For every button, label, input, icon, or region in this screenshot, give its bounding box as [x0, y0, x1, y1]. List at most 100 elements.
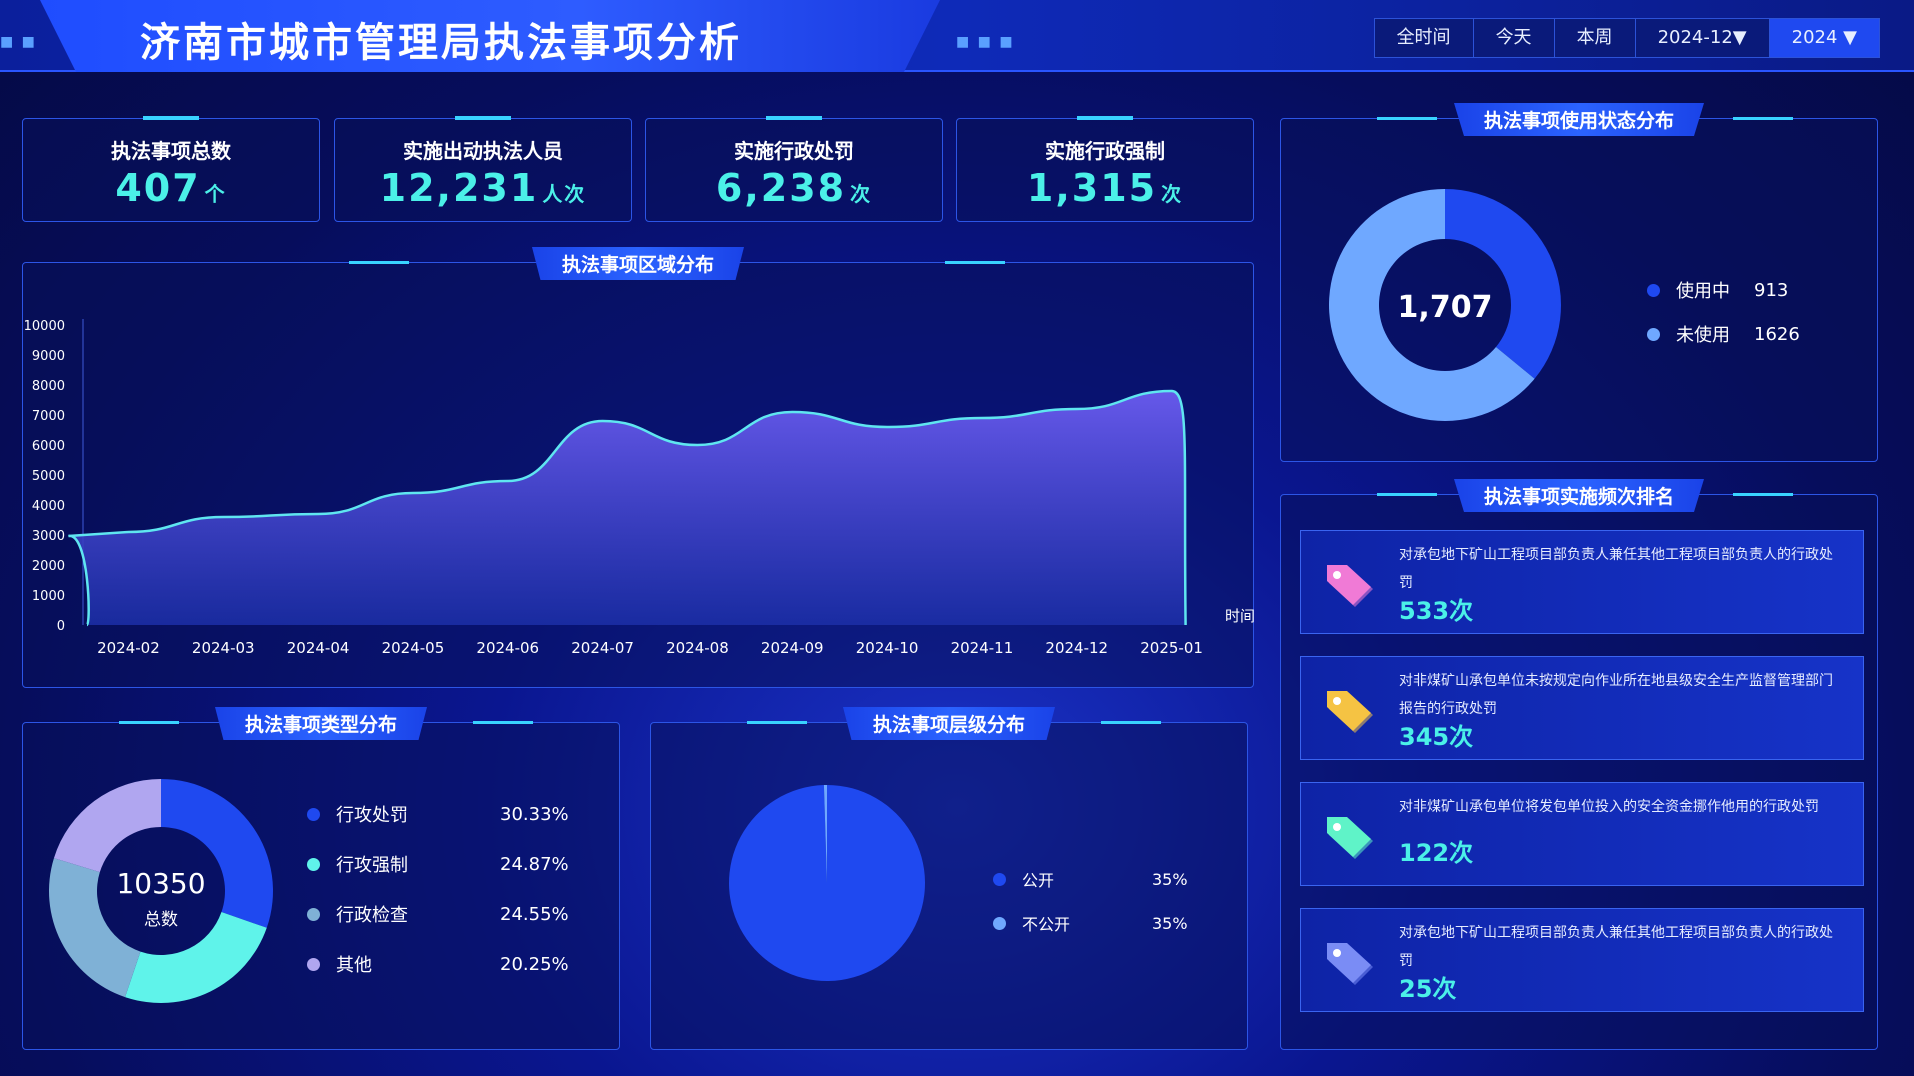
filter-today[interactable]: 今天: [1474, 19, 1555, 57]
legend-value: 1626: [1754, 323, 1800, 345]
kpi-unit: 个: [204, 182, 227, 206]
region-distribution-panel: 执法事项区域分布 0 1000 2000 3000 4000 5000 6000 7000 80…: [22, 247, 1255, 688]
y-tick-label: 1000: [32, 589, 65, 604]
legend-label: 使用中: [1676, 281, 1730, 302]
header-decoration-right: ■ ■ ■: [956, 34, 1015, 50]
ranking-item-text: 对承包地下矿山工程项目部负责人兼任其他工程项目部负责人的行政处罚: [1399, 547, 1833, 591]
kpi-label: 实施出动执法人员: [403, 139, 563, 163]
time-filter-group: 全时间 今天 本周 2024-12▼ 2024 ▼: [1373, 18, 1880, 58]
y-tick-label: 3000: [32, 529, 65, 544]
kpi-label: 实施行政强制: [1045, 139, 1165, 163]
region-area-chart: 0 1000 2000 3000 4000 5000 6000 7000 8000 9000 100…: [24, 319, 1255, 657]
panel-title: 执法事项实施频次排名: [1453, 479, 1705, 512]
type-slice: [53, 779, 161, 873]
ranking-item-text: 对非煤矿山承包单位将发包单位投入的安全资金挪作他用的行政处罚: [1399, 799, 1819, 815]
legend-value: 35%: [1152, 869, 1188, 889]
legend-dot: [307, 807, 320, 821]
ranking-item-count: 345次: [1399, 723, 1474, 751]
y-tick-label: 7000: [32, 409, 65, 424]
x-tick-label: 2024-05: [382, 639, 445, 657]
legend-dot: [307, 957, 320, 971]
kpi-enforcement: 实施行政强制 1,315 次: [956, 116, 1254, 222]
kpi-value: 6,238 次: [646, 166, 942, 210]
legend-label: 行政检查: [336, 905, 408, 926]
legend-dot: [993, 916, 1006, 930]
ranking-item-text: 对非煤矿山承包单位未按规定向作业所在地县级安全生产监督管理部门报告的行政处罚: [1399, 673, 1833, 717]
type-legend-item: 行攻强制 24.87%: [307, 851, 569, 877]
ranking-item-count: 533次: [1399, 597, 1474, 625]
level-distribution-panel: 执法事项层级分布 公开 35% 不公开 35%: [650, 707, 1248, 1050]
filter-this-week[interactable]: 本周: [1555, 19, 1636, 57]
legend-value: 20.25%: [500, 953, 569, 975]
tag-icon: [1327, 691, 1373, 733]
kpi-number: 6,238: [715, 166, 847, 210]
type-distribution-panel: 执法事项类型分布 10350 总数 行攻处罚 30.33% 行攻强制 24.87% 行政检…: [22, 707, 620, 1050]
ranking-item[interactable]: 对非煤矿山承包单位未按规定向作业所在地县级安全生产监督管理部门报告的行政处罚 34…: [1300, 656, 1864, 760]
filter-all-time[interactable]: 全时间: [1375, 19, 1474, 57]
status-center-value: 1,707: [1398, 290, 1493, 325]
kpi-personnel: 实施出动执法人员 12,231 人次: [334, 116, 632, 222]
level-legend-item: 不公开 35%: [993, 911, 1188, 935]
type-legend-item: 其他 20.25%: [307, 951, 569, 977]
type-legend-item: 行攻处罚 30.33%: [307, 801, 569, 827]
x-tick-label: 2024-02: [97, 639, 160, 657]
legend-dot: [307, 857, 320, 871]
filter-year-select[interactable]: 2024 ▼: [1769, 19, 1879, 57]
legend-dot: [307, 907, 320, 921]
legend-value: 913: [1754, 279, 1789, 301]
legend-label: 公开: [1022, 871, 1055, 890]
y-tick-label: 4000: [32, 499, 65, 514]
kpi-value: 407 个: [23, 166, 319, 210]
status-legend-item: 未使用 1626: [1647, 321, 1800, 347]
kpi-unit: 次: [1161, 182, 1184, 206]
legend-value: 35%: [1152, 913, 1188, 933]
header-bar: 济南市城市管理局执法事项分析 ■ ■ ■ ■ ■ 全时间 今天 本周 2024-…: [0, 0, 1914, 72]
ranking-item[interactable]: 对非煤矿山承包单位将发包单位投入的安全资金挪作他用的行政处罚 122次: [1300, 782, 1864, 886]
kpi-accent-bar: [766, 116, 822, 120]
ranking-item[interactable]: 对承包地下矿山工程项目部负责人兼任其他工程项目部负责人的行政处罚 533次: [1300, 530, 1864, 634]
y-tick-label: 9000: [32, 349, 65, 364]
x-axis-label: 时间: [1225, 607, 1255, 625]
legend-value: 30.33%: [500, 803, 569, 825]
status-legend-item: 使用中 913: [1647, 277, 1788, 303]
ranking-item[interactable]: 对承包地下矿山工程项目部负责人兼任其他工程项目部负责人的行政处罚 25次: [1300, 908, 1864, 1012]
tag-icon: [1327, 943, 1373, 985]
kpi-label: 实施行政处罚: [734, 139, 854, 163]
y-tick-label: 10000: [24, 319, 65, 334]
panel-accent: [1733, 493, 1793, 496]
kpi-value: 1,315 次: [957, 166, 1253, 210]
filter-month-select[interactable]: 2024-12▼: [1636, 19, 1770, 57]
kpi-accent-bar: [1077, 116, 1133, 120]
y-tick-label: 8000: [32, 379, 65, 394]
x-tick-label: 2024-08: [666, 639, 729, 657]
y-tick-label: 0: [57, 619, 65, 634]
legend-dot: [1647, 283, 1660, 297]
legend-value: 24.87%: [500, 853, 569, 875]
kpi-unit: 次: [850, 182, 873, 206]
kpi-value: 12,231 人次: [335, 166, 631, 210]
tag-icon: [1327, 565, 1373, 607]
legend-label: 其他: [336, 955, 372, 976]
status-distribution-panel: 执法事项使用状态分布 1,707 使用中 913 未使用 1626: [1280, 103, 1878, 462]
x-tick-label: 2024-03: [192, 639, 255, 657]
type-center-value: 10350: [116, 867, 205, 900]
type-slice: [161, 779, 273, 928]
type-center-label: 总数: [144, 910, 178, 930]
page-title: 济南市城市管理局执法事项分析: [140, 20, 742, 66]
tag-icon: [1327, 817, 1373, 859]
x-tick-label: 2024-06: [476, 639, 539, 657]
panel-accent: [1377, 493, 1437, 496]
kpi-total-items: 执法事项总数 407 个: [22, 116, 320, 222]
kpi-unit: 人次: [542, 182, 587, 206]
ranking-item-count: 25次: [1399, 975, 1457, 1003]
x-tick-label: 2024-10: [856, 639, 919, 657]
ranking-item-count: 122次: [1399, 839, 1474, 867]
legend-dot: [993, 872, 1006, 886]
legend-label: 行攻处罚: [336, 805, 408, 826]
ranking-item-text: 对承包地下矿山工程项目部负责人兼任其他工程项目部负责人的行政处罚: [1399, 925, 1833, 969]
x-tick-label: 2024-04: [287, 639, 350, 657]
status-donut-chart: 1,707: [1329, 189, 1561, 421]
area-fill: [68, 391, 1186, 625]
type-legend-item: 行政检查 24.55%: [307, 901, 569, 927]
kpi-number: 12,231: [379, 166, 539, 210]
